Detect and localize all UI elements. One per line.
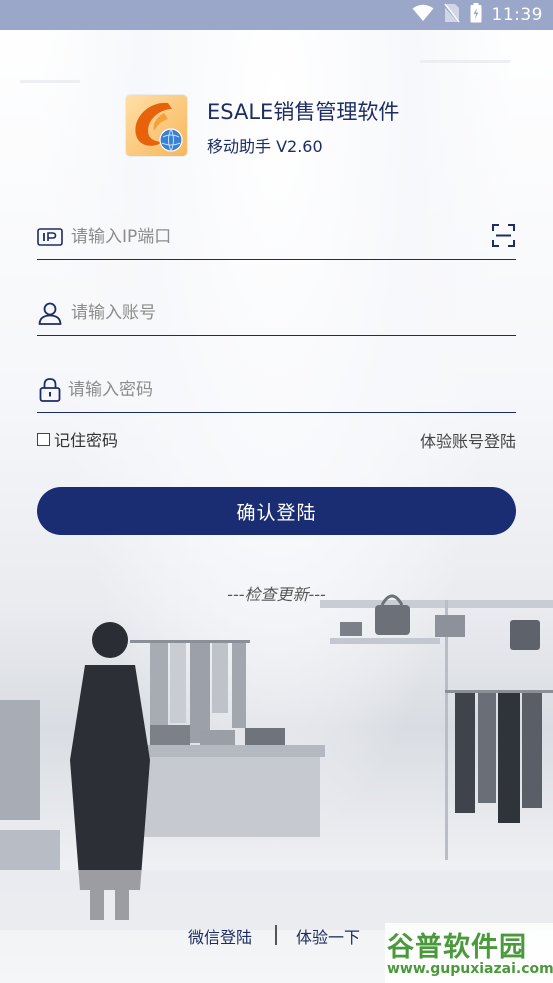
wifi-icon — [412, 4, 434, 26]
status-time: 11:39 — [491, 5, 543, 25]
try-it-link[interactable]: 体验一下 — [296, 924, 360, 948]
esale-logo — [126, 95, 187, 156]
check-update-link[interactable]: ---检查更新--- — [0, 581, 553, 605]
username-input[interactable] — [71, 298, 491, 328]
scan-icon[interactable] — [491, 223, 516, 248]
wechat-login-link[interactable]: 微信登陆 — [188, 924, 252, 948]
remember-label: 记住密码 — [54, 431, 119, 450]
remember-checkbox[interactable] — [37, 432, 50, 446]
watermark-title: 谷普软件园 — [387, 932, 527, 963]
remember-password[interactable]: 记住密码 — [37, 428, 118, 450]
watermark: 谷普软件园 www.gupuxiazai.com — [385, 923, 553, 983]
password-input[interactable] — [68, 375, 488, 405]
trial-account-link[interactable]: 体验账号登陆 — [420, 428, 516, 452]
login-screen: ESALE销售管理软件 移动助手 V2.60 请输入IP端口 请输入账号 记住密… — [0, 0, 553, 983]
ip-input[interactable] — [71, 222, 481, 252]
app-title: ESALE销售管理软件 — [207, 100, 400, 124]
status-bar: 11:39 — [0, 0, 553, 30]
app-version: 移动助手 V2.60 — [207, 137, 323, 156]
lock-icon — [37, 377, 63, 403]
no-sim-icon — [442, 3, 461, 27]
status-icons: 11:39 — [412, 0, 544, 30]
battery-charging-icon — [470, 3, 482, 27]
watermark-url: www.gupuxiazai.com — [387, 961, 553, 977]
ip-icon — [37, 224, 63, 250]
ip-field — [37, 214, 516, 260]
user-icon — [37, 300, 63, 326]
username-field — [37, 290, 516, 336]
login-button[interactable]: 确认登陆 — [37, 487, 516, 535]
password-field — [37, 367, 516, 413]
bottom-divider — [275, 925, 277, 945]
